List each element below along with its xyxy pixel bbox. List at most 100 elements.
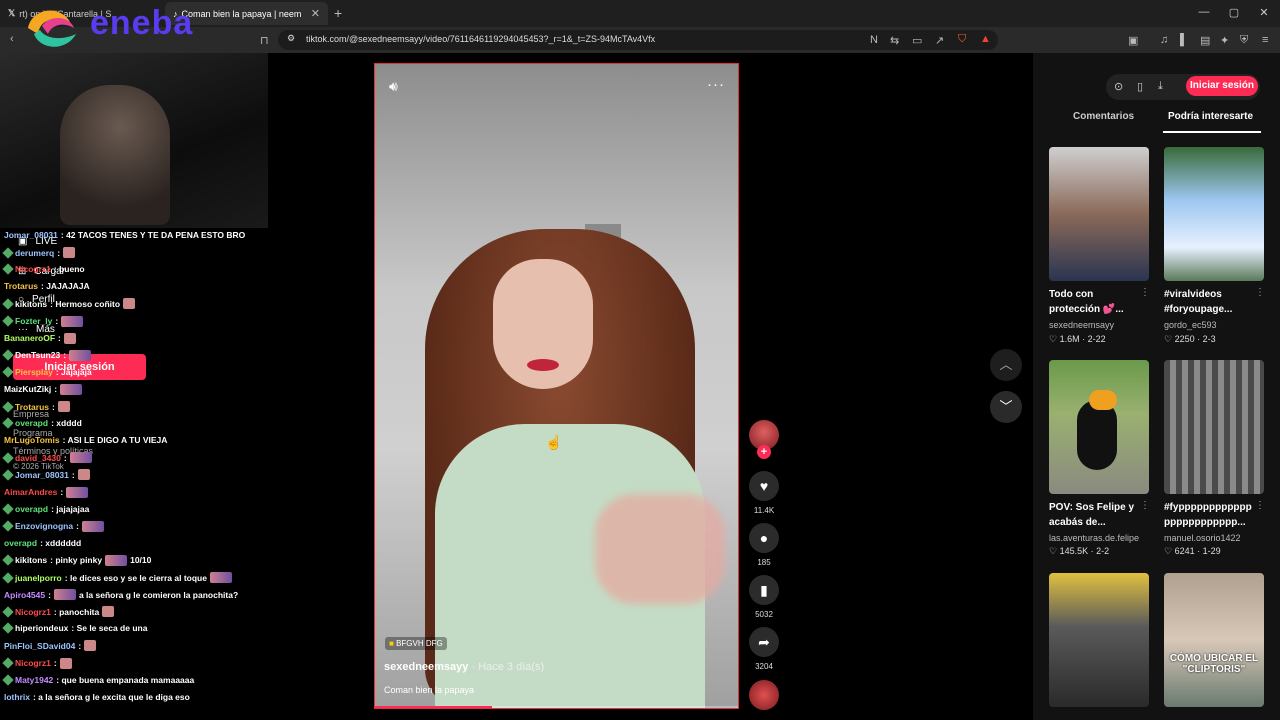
video-progress-bar[interactable] [375, 706, 738, 708]
device-icon[interactable]: ▯ [1137, 80, 1143, 93]
card-more-icon[interactable]: ⋮ [1255, 500, 1265, 511]
card-author[interactable]: sexedneemsayy [1049, 320, 1114, 330]
toucan-beak [1089, 390, 1117, 410]
brave-shield-icon[interactable]: ⛉ [958, 33, 966, 46]
chat-emote [69, 452, 92, 464]
chat-message: PinFloi_SDavid04: [4, 640, 97, 652]
header-login-button[interactable]: Iniciar sesión [1186, 76, 1258, 96]
card-more-icon[interactable]: ⋮ [1140, 287, 1150, 298]
sidebar-toggle-icon[interactable]: ▣ [1128, 34, 1138, 47]
bookmark-icon[interactable]: ⊓ [260, 34, 269, 47]
like-count: 11.4K [753, 506, 775, 515]
rewards-icon[interactable]: ▲ [980, 33, 991, 45]
chat-text: : [63, 350, 67, 361]
download-icon[interactable]: ⤓ [1158, 80, 1163, 93]
save-count: 5032 [755, 610, 773, 619]
chat-username: Nicogrz1 [15, 658, 51, 668]
previous-video-button[interactable]: ︿ [990, 349, 1022, 381]
chat-badge-icon [2, 571, 14, 584]
card-more-icon[interactable]: ⋮ [1255, 287, 1265, 298]
back-icon[interactable]: ‹ [10, 33, 14, 45]
video-thumbnail[interactable]: CÓMO UBICAR EL "CLIPTORIS" [1164, 573, 1264, 707]
chevron-down-icon: ﹀ [999, 399, 1013, 414]
reader-icon[interactable]: N [870, 34, 878, 46]
video-author[interactable]: sexedneemsayy · Hace 3 día(s) [384, 661, 544, 673]
eneba-logo-text: eneba [90, 4, 194, 42]
video-sticker[interactable]: ■ BFGVH DFG [385, 637, 447, 650]
chat-message: AimarAndres: [4, 486, 89, 498]
card-author[interactable]: gordo_ec593 [1164, 320, 1217, 330]
close-window-button[interactable]: ✕ [1254, 6, 1274, 19]
chat-emote [69, 349, 92, 361]
translate-icon[interactable]: ⇆ [890, 34, 899, 47]
leo-icon[interactable]: ✦ [1220, 34, 1229, 47]
comment-icon[interactable]: ● [749, 523, 779, 553]
chat-message: DenTsun23: [2, 349, 92, 361]
minimize-button[interactable]: — [1194, 6, 1214, 18]
video-thumbnail[interactable] [1164, 147, 1264, 281]
comment-action[interactable]: ● 185 [748, 523, 780, 567]
chat-emote [59, 657, 72, 669]
tab-suggested[interactable]: Podría interesarte [1168, 111, 1253, 122]
tab-comments[interactable]: Comentarios [1073, 111, 1134, 122]
chat-text: : [55, 316, 59, 326]
webcam-person [60, 85, 170, 225]
video-player[interactable]: 🔊︎ ··· ■ BFGVH DFG sexedneemsayy · Hace … [374, 63, 739, 709]
chat-text: : bueno [53, 264, 85, 275]
person-hand [595, 494, 725, 604]
video-thumbnail[interactable] [1049, 147, 1149, 281]
panel-icon[interactable]: ▌ [1180, 34, 1188, 46]
chat-message: Nicogrz1: panochita [2, 606, 115, 618]
maximize-button[interactable]: ▢ [1224, 6, 1244, 19]
video-more-icon[interactable]: ··· [707, 76, 725, 93]
menu-icon[interactable]: ≡ [1262, 34, 1268, 46]
card-title[interactable]: POV: Sos Felipe y acabás de... [1049, 500, 1141, 530]
new-tab-button[interactable]: + [334, 5, 342, 21]
chat-message: david_3430: [2, 452, 92, 464]
close-tab-icon[interactable]: ✕ [311, 7, 320, 20]
card-author[interactable]: las.aventuras.de.felipe [1049, 533, 1139, 543]
heart-icon[interactable]: ♥ [749, 471, 779, 501]
chat-username: Maty1942 [15, 674, 54, 685]
volume-icon[interactable]: 🔊︎ [389, 78, 398, 95]
like-action[interactable]: ♥ 11.4K [748, 471, 780, 515]
chat-badge-icon [2, 315, 14, 327]
card-more-icon[interactable]: ⋮ [1140, 500, 1150, 511]
chat-emote [209, 572, 232, 583]
follow-plus-icon[interactable]: + [757, 445, 771, 459]
coin-icon[interactable]: ⊙ [1114, 80, 1123, 93]
share-icon[interactable]: ↗ [935, 34, 944, 47]
music-icon[interactable]: ♫ [1160, 34, 1168, 46]
save-action[interactable]: ▮ 5032 [748, 575, 780, 619]
music-disc-avatar[interactable] [749, 680, 779, 710]
video-thumbnail[interactable] [1049, 573, 1149, 707]
chat-username: Trotarus [4, 281, 39, 292]
author-name: sexedneemsayy [384, 661, 469, 673]
next-video-button[interactable]: ﹀ [990, 391, 1022, 423]
chat-username: juanelporro [15, 572, 62, 583]
chat-username: lothrix [4, 691, 30, 702]
cast-icon[interactable]: ▭ [912, 34, 922, 47]
card-title[interactable]: Todo con protección 💕... [1049, 287, 1141, 317]
wallet-icon[interactable]: ▤ [1200, 34, 1210, 47]
video-caption: Coman bien la papaya [384, 685, 475, 695]
share-arrow-icon[interactable]: ➦ [749, 627, 779, 657]
share-count: 3204 [755, 662, 773, 671]
video-thumbnail[interactable] [1164, 360, 1264, 494]
video-thumbnail[interactable] [1049, 360, 1149, 494]
chat-text: : panochita [53, 606, 100, 617]
site-settings-icon[interactable]: ⚙ [287, 33, 295, 44]
card-title[interactable]: #fypppppppppppp pppppppppppp... [1164, 500, 1256, 530]
chat-badge-icon [2, 554, 14, 567]
card-title[interactable]: #viralvideos #foryoupage... [1164, 287, 1256, 317]
chat-badge-icon [2, 469, 14, 481]
chat-message: Trotarus: JAJAJAJA [4, 281, 90, 291]
comment-count: 185 [757, 558, 771, 567]
card-author[interactable]: manuel.osorio1422 [1164, 533, 1241, 543]
chat-emote [63, 247, 76, 259]
chat-message: Trotarus: [2, 400, 70, 413]
bookmark-icon[interactable]: ▮ [749, 575, 779, 605]
share-action[interactable]: ➦ 3204 [748, 627, 780, 671]
vpn-icon[interactable]: ⛨ [1240, 34, 1248, 47]
chat-text: : [54, 384, 58, 395]
